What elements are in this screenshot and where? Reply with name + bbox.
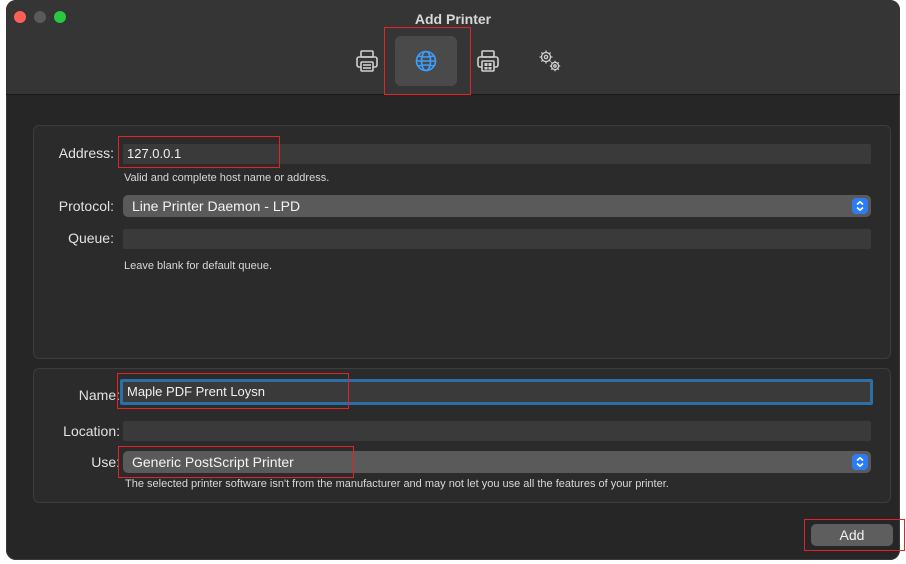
protocol-select-value: Line Printer Daemon - LPD <box>132 198 301 214</box>
address-label: Address: <box>58 145 114 161</box>
toolbar-ip-printer-button[interactable] <box>395 36 457 86</box>
use-label: Use: <box>91 454 120 470</box>
title-bar: Add Printer <box>6 0 900 95</box>
name-field[interactable]: Maple PDF Prent Loysn <box>120 379 873 405</box>
queue-label: Queue: <box>68 230 114 246</box>
add-printer-window: Add Printer Address: 127.0.0.1 Valid and… <box>6 0 900 560</box>
connection-settings-group: Address: 127.0.0.1 Valid and complete ho… <box>33 125 891 359</box>
queue-field[interactable] <box>123 229 871 249</box>
queue-hint: Leave blank for default queue. <box>124 260 273 272</box>
driver-select[interactable]: Generic PostScript Printer <box>123 451 871 473</box>
windows-printer-icon <box>477 50 499 72</box>
toolbar-default-printer-button[interactable] <box>336 36 398 86</box>
protocol-label: Protocol: <box>58 198 114 214</box>
window-title: Add Printer <box>414 11 492 27</box>
driver-hint: The selected printer software isn't from… <box>125 478 669 490</box>
toolbar-windows-printer-button[interactable] <box>457 36 519 86</box>
name-label: Name: <box>78 387 120 403</box>
gears-icon <box>539 50 561 72</box>
address-field[interactable]: 127.0.0.1 <box>123 144 871 164</box>
address-hint: Valid and complete host name or address. <box>124 172 330 184</box>
location-field[interactable] <box>123 421 871 441</box>
content-area: Address: 127.0.0.1 Valid and complete ho… <box>6 95 900 560</box>
protocol-select[interactable]: Line Printer Daemon - LPD <box>123 195 871 217</box>
printer-icon <box>356 50 378 72</box>
printer-details-group: Name: Maple PDF Prent Loysn Location: Us… <box>33 368 891 503</box>
location-label: Location: <box>63 423 120 439</box>
add-button[interactable]: Add <box>811 524 893 546</box>
globe-icon <box>415 50 437 72</box>
driver-select-value: Generic PostScript Printer <box>132 454 294 470</box>
chevron-updown-icon <box>852 454 868 470</box>
chevron-updown-icon <box>852 198 868 214</box>
toolbar-advanced-button[interactable] <box>519 36 581 86</box>
